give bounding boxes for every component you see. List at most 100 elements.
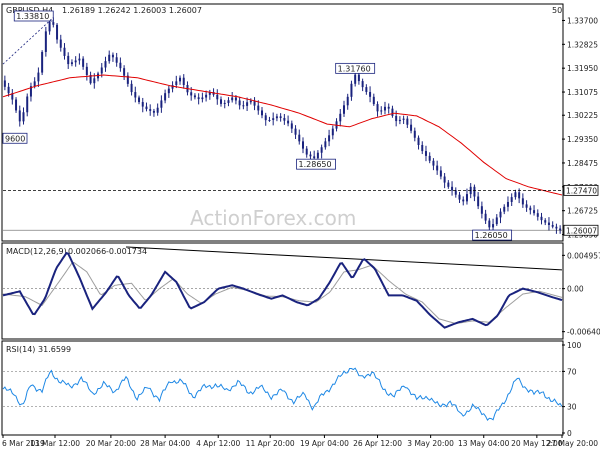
candle-body — [328, 135, 331, 142]
x-tick-label: 3 May 20:00 — [407, 439, 454, 448]
candle-body — [510, 197, 513, 202]
annotation-text: 1.26050 — [475, 231, 508, 240]
candle-body — [223, 102, 226, 104]
candle-body — [547, 222, 550, 225]
candle-body — [518, 192, 521, 199]
candle-body — [283, 117, 286, 121]
price-tick-label: 1.29350 — [567, 135, 598, 144]
candle-body — [406, 118, 409, 125]
candle-body — [465, 194, 468, 202]
candle-body — [141, 102, 144, 107]
candle-body — [111, 54, 114, 58]
x-tick-label: 20 Mar 20:00 — [86, 439, 136, 448]
candle-body — [67, 55, 70, 65]
candle-body — [3, 80, 6, 87]
candle-body — [350, 83, 353, 97]
candle-body — [22, 112, 25, 122]
macd-tick-label: 0.004957 — [567, 251, 600, 260]
candle-body — [15, 99, 18, 111]
price-tick-label: 1.30225 — [567, 111, 598, 120]
candle-body — [495, 217, 498, 225]
candle-body — [216, 94, 219, 100]
candle-body — [41, 51, 44, 73]
rsi-tick-label: 70 — [567, 367, 577, 376]
annotation-text: 1.33810 — [16, 12, 49, 21]
candle-body — [424, 151, 427, 156]
candle-body — [529, 207, 532, 211]
candle-body — [257, 105, 260, 111]
candle-body — [242, 105, 245, 107]
candle-body — [473, 186, 476, 197]
candle-body — [339, 113, 342, 122]
candle-body — [7, 86, 10, 94]
candle-body — [44, 31, 47, 52]
candle-body — [272, 118, 275, 120]
price-tick-label: 1.33700 — [567, 16, 598, 25]
candle-body — [201, 97, 204, 100]
macd-tick-label: -0.006404 — [567, 328, 600, 337]
macd-title-value1: 0.002066 — [68, 247, 106, 256]
candle-body — [294, 128, 297, 135]
candle-body — [342, 105, 345, 114]
candle-body — [398, 119, 401, 122]
candle-body — [544, 220, 547, 223]
candle-body — [361, 81, 364, 88]
rsi-tick-label: 30 — [567, 403, 577, 412]
candle-body — [74, 60, 77, 63]
corner-value: 50 — [552, 6, 562, 15]
candle-body — [167, 88, 170, 94]
candle-body — [179, 77, 182, 82]
candle-body — [197, 97, 200, 100]
candle-body — [309, 154, 312, 157]
candle-body — [439, 170, 442, 177]
candle-body — [249, 100, 252, 103]
candle-body — [316, 152, 319, 159]
x-tick-label: 11 Apr 20:00 — [246, 439, 295, 448]
candle-body — [26, 96, 29, 113]
candle-body — [369, 91, 372, 97]
candle-body — [391, 108, 394, 116]
candle-body — [443, 176, 446, 183]
candle-body — [305, 148, 308, 155]
price-tick-label: 1.26725 — [567, 207, 598, 216]
candle-body — [234, 97, 237, 101]
candle-body — [37, 72, 40, 82]
candle-body — [290, 123, 293, 129]
candle-body — [357, 74, 360, 82]
candle-body — [380, 110, 383, 112]
level-label-text: 1.27470 — [566, 186, 597, 195]
candle-body — [275, 116, 278, 119]
candle-body — [123, 68, 126, 76]
rsi-title-value: 31.6599 — [38, 345, 71, 354]
x-tick-label: 19 Apr 04:00 — [300, 439, 349, 448]
candle-body — [33, 81, 36, 87]
candle-body — [231, 97, 234, 101]
candle-body — [521, 198, 524, 205]
candle-body — [52, 22, 55, 25]
annotation-text: 9600 — [5, 134, 25, 143]
candle-body — [480, 206, 483, 214]
candle-body — [428, 155, 431, 161]
candle-body — [432, 160, 435, 166]
x-tick-label: 28 Mar 04:00 — [140, 439, 190, 448]
candle-body — [85, 66, 88, 75]
candle-body — [279, 116, 282, 118]
candle-body — [145, 106, 148, 110]
candle-body — [410, 124, 413, 131]
candle-body — [372, 96, 375, 105]
candle-body — [331, 128, 334, 136]
candle-body — [354, 74, 357, 84]
candle-body — [376, 104, 379, 112]
candle-body — [175, 81, 178, 85]
price-tick-label: 1.31950 — [567, 64, 598, 73]
x-tick-label: 27 May 20:00 — [547, 439, 599, 448]
candle-body — [48, 22, 51, 32]
x-tick-label: 13 May 04:00 — [458, 439, 510, 448]
candle-body — [268, 120, 271, 121]
candle-body — [551, 225, 554, 227]
candle-body — [462, 199, 465, 202]
macd-tick-label: 0.00 — [567, 285, 584, 294]
candle-body — [56, 24, 59, 40]
annotation-text: 1.31760 — [338, 64, 371, 73]
candle-body — [540, 216, 543, 221]
